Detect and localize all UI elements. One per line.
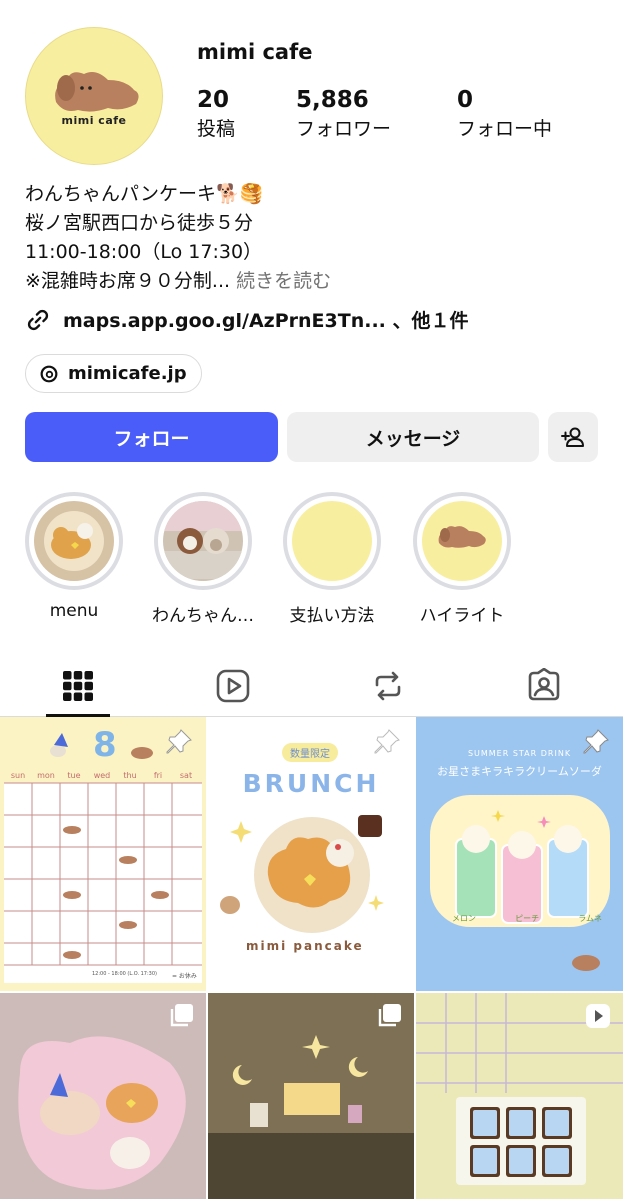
- dog-logo-icon: [438, 526, 486, 548]
- profile-bio: わんちゃんパンケーキ🐕🥞 桜ノ宮駅西口から徒歩５分 11:00-18:00（Lo…: [25, 180, 331, 296]
- highlight-payment[interactable]: 支払い方法: [282, 492, 382, 626]
- link-icon: [27, 309, 49, 330]
- highlight-cover: [292, 501, 372, 581]
- highlight-ring: [154, 492, 252, 590]
- highlight-cover: [34, 501, 114, 581]
- carousel-icon: [170, 1004, 193, 1027]
- tab-posts[interactable]: [0, 655, 155, 717]
- highlight-ring: [413, 492, 511, 590]
- stat-following-label: フォロー中: [457, 118, 553, 140]
- tab-reposts[interactable]: [310, 655, 465, 716]
- reel-badge-icon: [586, 1004, 610, 1028]
- highlight-cover: [163, 501, 243, 581]
- stat-followers-value: 5,886: [296, 87, 369, 113]
- post-night-room[interactable]: [208, 993, 414, 1199]
- bio-line-2: 桜ノ宮駅西口から徒歩５分: [25, 212, 254, 234]
- profile-tabs: [0, 655, 623, 717]
- reels-icon: [216, 669, 249, 702]
- message-button[interactable]: メッセージ: [287, 412, 539, 462]
- tab-reels[interactable]: [155, 655, 310, 716]
- highlight-label: ハイライト: [419, 606, 505, 626]
- post-heart-plate[interactable]: [0, 993, 206, 1199]
- highlight-cover: [422, 501, 502, 581]
- highlight-label: 支払い方法: [289, 606, 375, 626]
- weekday-label: thu: [123, 771, 137, 780]
- drink-label: ピーチ: [515, 914, 540, 923]
- post-brunch[interactable]: 数量限定 BRUNCH mimi pancake: [208, 717, 414, 991]
- drink-label: ラムネ: [578, 914, 602, 923]
- profile-username: mimi cafe: [197, 40, 313, 64]
- profile-avatar[interactable]: mimi cafe: [25, 27, 163, 165]
- tab-tagged[interactable]: [466, 655, 621, 716]
- bio-line-1: わんちゃんパンケーキ🐕🥞: [25, 183, 264, 205]
- weekday-label: sun: [10, 771, 26, 780]
- post-drink-labels: メロン ピーチ ラムネ: [452, 913, 602, 924]
- highlight-label: わんちゃん…: [152, 606, 254, 626]
- bio-line-4-text: ※混雑時お席９０分制...: [25, 270, 231, 292]
- highlight-ring: [25, 492, 123, 590]
- plush-dogs-icon: [164, 501, 242, 579]
- bio-line-3: 11:00-18:00（Lo 17:30）: [25, 241, 263, 263]
- pin-icon: [374, 729, 400, 754]
- threads-chip[interactable]: mimicafe.jp: [25, 354, 202, 393]
- bio-link-text: maps.app.goo.gl/AzPrnE3Tn... 、他１件: [63, 310, 469, 332]
- stat-posts-value: 20: [197, 87, 230, 113]
- stat-posts[interactable]: 20 投稿: [197, 86, 235, 142]
- tagged-icon: [528, 667, 559, 700]
- follow-button[interactable]: フォロー: [25, 412, 278, 462]
- pin-icon: [166, 729, 192, 754]
- highlight-highlight[interactable]: ハイライト: [412, 492, 512, 626]
- add-user-icon: [561, 427, 584, 447]
- stat-followers-label: フォロワー: [296, 118, 392, 140]
- drink-label: メロン: [452, 914, 476, 923]
- calendar-month: 8: [93, 725, 117, 765]
- highlight-menu[interactable]: menu: [24, 492, 124, 621]
- post-star-drink[interactable]: SUMMER STAR DRINK お星さまキラキラクリームソーダ メロン ピー…: [416, 717, 623, 991]
- highlight-dogs[interactable]: わんちゃん…: [152, 492, 254, 626]
- bio-line-4: ※混雑時お席９０分制... 続きを読む: [25, 267, 331, 296]
- stat-posts-label: 投稿: [197, 118, 236, 140]
- avatar-logo-text: mimi cafe: [61, 114, 127, 127]
- highlight-label: menu: [49, 601, 99, 621]
- highlight-ring: [283, 492, 381, 590]
- weekday-label: wed: [93, 771, 111, 780]
- weekday-label: mon: [37, 771, 55, 780]
- weekday-label: fri: [153, 771, 163, 780]
- reposts-icon: [375, 671, 400, 700]
- stat-following[interactable]: 0 フォロー中: [457, 86, 552, 142]
- calendar-closed-note: = お休み: [172, 973, 197, 980]
- post-brunch-caption: mimi pancake: [246, 939, 364, 953]
- pin-icon: [583, 729, 609, 754]
- suggested-users-button[interactable]: [548, 412, 598, 462]
- bio-more-link[interactable]: 続きを読む: [236, 270, 331, 292]
- weekday-label: tue: [67, 771, 81, 780]
- calendar-hours: 12:00 - 18:00 (L.O. 17:30): [92, 971, 157, 977]
- pancake-plate-icon: [44, 511, 104, 571]
- dog-logo-icon: [55, 72, 139, 112]
- threads-icon: [40, 365, 58, 382]
- weekday-label: sat: [179, 771, 193, 780]
- carousel-icon: [378, 1004, 401, 1027]
- grid-icon: [62, 670, 93, 701]
- calendar-weekdays: sun mon tue wed thu fri sat: [4, 771, 202, 780]
- post-cookie-tray[interactable]: [416, 993, 623, 1199]
- stat-followers[interactable]: 5,886 フォロワー: [296, 86, 391, 142]
- stat-following-value: 0: [457, 87, 474, 113]
- cream-soda-glasses-icon: [430, 795, 610, 971]
- threads-handle: mimicafe.jp: [68, 363, 187, 384]
- post-calendar[interactable]: 8 sun mon tue wed thu fri sat 12:00 - 18…: [0, 717, 206, 991]
- bio-link[interactable]: maps.app.goo.gl/AzPrnE3Tn... 、他１件: [25, 306, 469, 333]
